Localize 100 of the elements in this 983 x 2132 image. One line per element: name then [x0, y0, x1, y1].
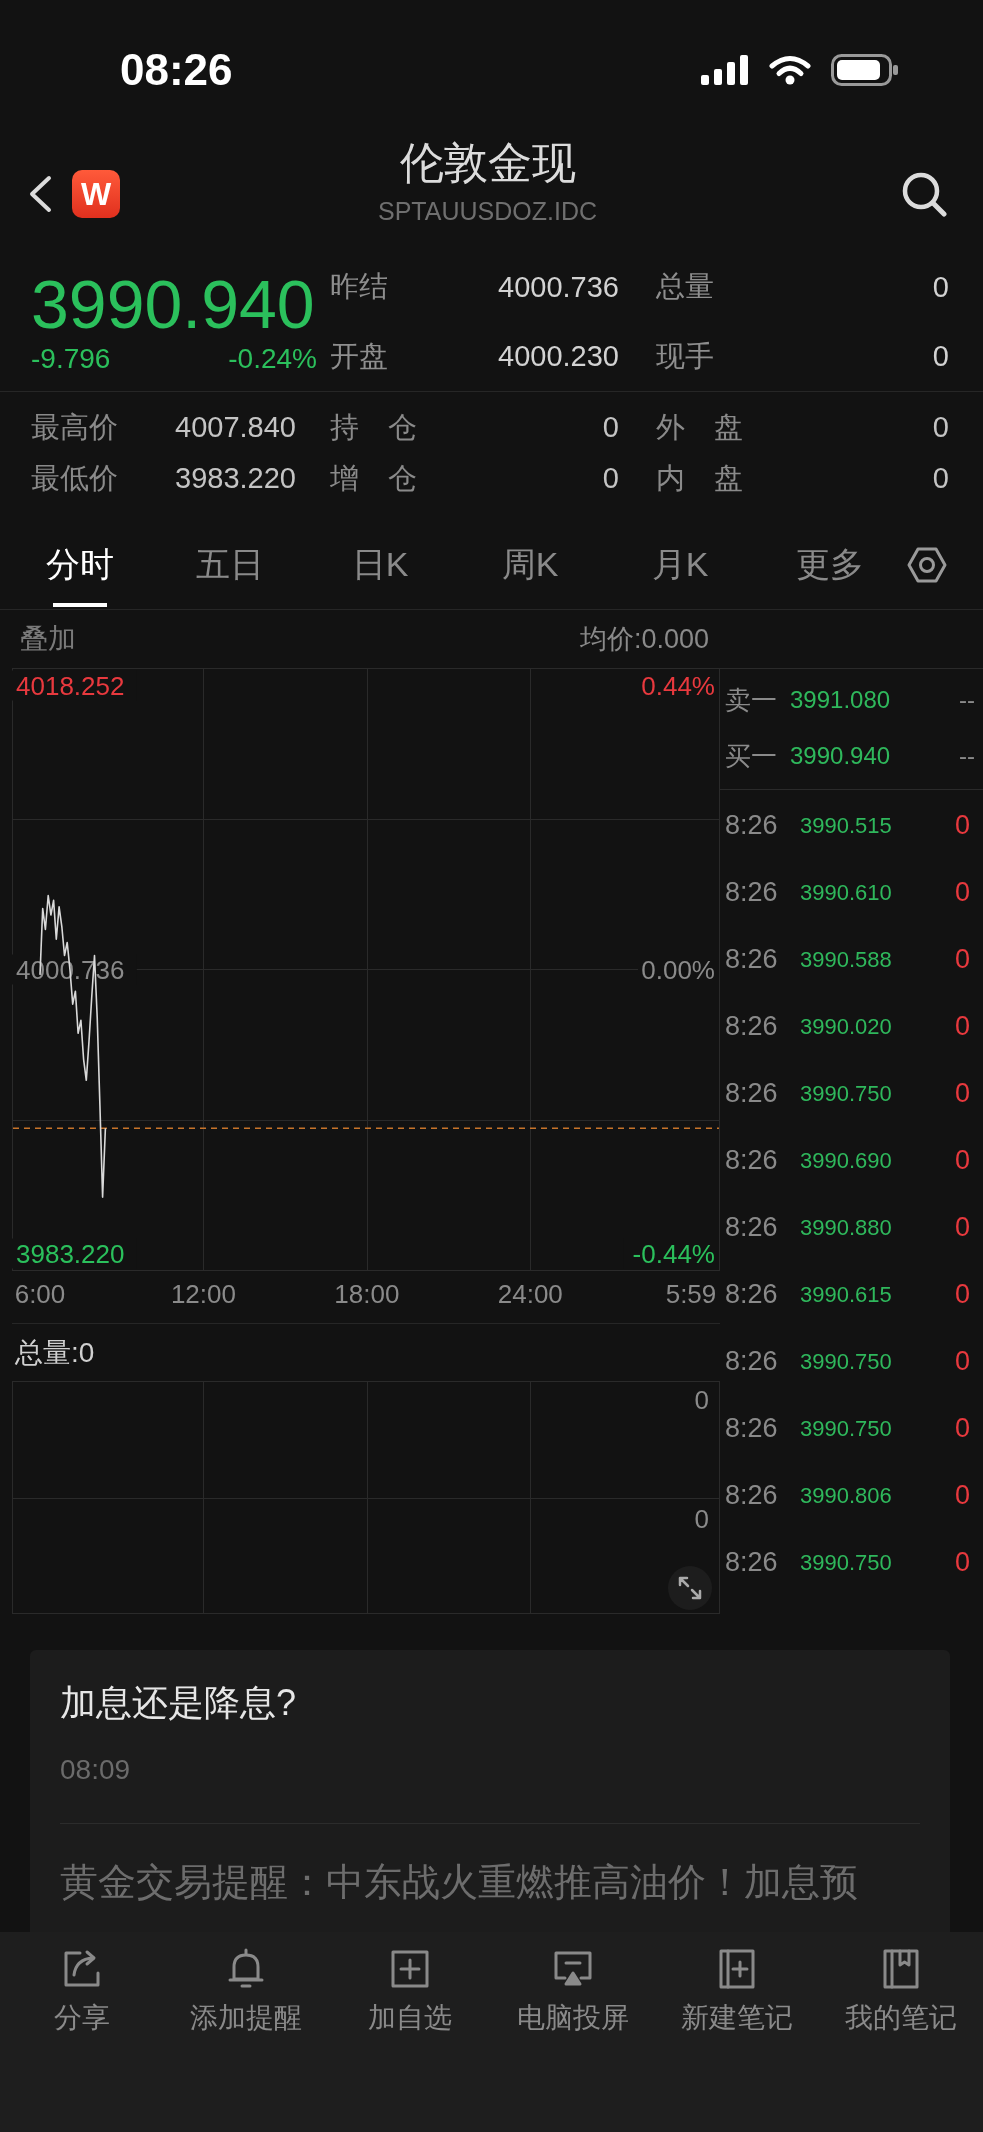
- trade-time: 8:26: [725, 1145, 779, 1176]
- trade-time: 8:26: [725, 944, 779, 975]
- trade-price: 3990.515: [800, 812, 893, 839]
- trade-volume: 0: [954, 1346, 970, 1377]
- stat-value: 0: [932, 340, 949, 373]
- trade-price: 3990.610: [800, 879, 893, 906]
- stat-label: 现手: [656, 338, 714, 374]
- trade-volume: 0: [954, 810, 970, 841]
- toolbar-button[interactable]: 我的笔记: [819, 1944, 983, 2041]
- news-card[interactable]: 加息还是降息? 08:09 黄金交易提醒：中东战火重燃推高油价！加息预: [30, 1650, 950, 1932]
- overlay-label[interactable]: 叠加: [20, 620, 76, 658]
- stat-value: 4000.736: [498, 270, 619, 304]
- battery-icon: [831, 54, 899, 86]
- trade-price: 3990.020: [800, 1013, 893, 1040]
- news-text: 黄金交易提醒：中东战火重燃推高油价！加息预: [60, 1860, 859, 1905]
- time-axis-label: 24:00: [497, 1279, 563, 1309]
- toolbar-button[interactable]: 新建笔记: [655, 1944, 820, 2041]
- toolbar-button[interactable]: 加自选: [327, 1944, 492, 2041]
- trade-time: 8:26: [725, 1547, 779, 1578]
- volume-axis-label: 0: [694, 1385, 709, 1415]
- order-volume: --: [959, 686, 975, 714]
- search-icon[interactable]: [901, 170, 947, 217]
- trade-time: 8:26: [725, 1480, 779, 1511]
- stat-label: 外 盘: [656, 409, 743, 445]
- tab[interactable]: 月K: [605, 520, 755, 609]
- percent-change: -0.24%: [228, 342, 317, 376]
- stat-label: 内 盘: [656, 460, 743, 496]
- tab[interactable]: 更多: [755, 520, 905, 609]
- stat-label: 持 仓: [330, 409, 417, 445]
- average-price-label: 均价:0.000: [579, 623, 709, 656]
- trade-price: 3990.880: [800, 1214, 893, 1241]
- trade-volume: 0: [954, 1212, 970, 1243]
- percent-axis-label: -0.44%: [632, 1238, 715, 1269]
- trade-price: 3990.615: [800, 1281, 893, 1308]
- stat-value: 0: [602, 411, 619, 444]
- trade-volume: 0: [954, 1078, 970, 1109]
- trade-price: 3990.690: [800, 1147, 893, 1174]
- last-price: 3990.940: [31, 266, 316, 342]
- trade-time: 8:26: [725, 877, 779, 908]
- stat-value: 4007.840: [175, 411, 296, 444]
- trade-time: 8:26: [725, 1078, 779, 1109]
- time-axis-label: 5:59: [665, 1279, 717, 1309]
- volume-axis-label: 0: [694, 1504, 709, 1534]
- stat-label: 增 仓: [330, 460, 417, 496]
- trade-volume: 0: [954, 944, 970, 975]
- toolbar-button[interactable]: 电脑投屏: [491, 1944, 656, 2041]
- trade-volume: 0: [954, 877, 970, 908]
- instrument-title: 伦敦金现: [399, 140, 576, 186]
- trade-price: 3990.750: [800, 1080, 893, 1107]
- stat-value: 4000.230: [498, 340, 619, 373]
- stat-label: 最低价: [31, 460, 118, 496]
- order-volume: --: [959, 742, 975, 770]
- trade-volume: 0: [954, 1279, 970, 1310]
- toolbar-button[interactable]: 分享: [0, 1944, 164, 2041]
- trade-price: 3990.806: [800, 1482, 893, 1509]
- toolbar-button[interactable]: 添加提醒: [163, 1944, 328, 2041]
- stat-label: 总量: [656, 269, 714, 304]
- trade-volume: 0: [954, 1480, 970, 1511]
- stat-value: 0: [932, 270, 949, 304]
- app-logo[interactable]: W: [72, 169, 120, 218]
- tab[interactable]: 周K: [455, 520, 605, 609]
- wifi-icon: [769, 55, 811, 85]
- status-time: 08:26: [120, 45, 233, 95]
- order-price: 3990.940: [790, 742, 892, 770]
- trade-time: 8:26: [725, 1212, 779, 1243]
- percent-axis-label: 0.44%: [641, 670, 715, 701]
- trade-price: 3990.588: [800, 946, 893, 973]
- price-axis-label: 3983.220: [16, 1238, 125, 1269]
- order-label: 卖一: [725, 683, 778, 717]
- tab[interactable]: 五日: [155, 520, 305, 609]
- trade-price: 3990.750: [800, 1549, 893, 1576]
- percent-axis-label: 0.00%: [641, 954, 715, 985]
- trade-price: 3990.750: [800, 1415, 893, 1442]
- news-time: 08:09: [60, 1753, 132, 1787]
- stat-value: 3983.220: [175, 462, 296, 495]
- volume-total-label: 总量:0: [15, 1335, 95, 1370]
- order-label: 买一: [725, 739, 778, 773]
- stat-value: 0: [602, 462, 619, 495]
- stat-label: 最高价: [31, 409, 118, 445]
- stat-label: 昨结: [330, 269, 388, 304]
- trade-volume: 0: [954, 1011, 970, 1042]
- instrument-code: SPTAUUSDOZ.IDC: [378, 196, 597, 226]
- trade-price: 3990.750: [800, 1348, 893, 1375]
- price-change: -9.796: [31, 342, 111, 376]
- back-icon[interactable]: [28, 174, 52, 213]
- stat-label: 开盘: [330, 338, 388, 374]
- time-axis-label: 12:00: [170, 1279, 236, 1309]
- trade-time: 8:26: [725, 1011, 779, 1042]
- trade-time: 8:26: [725, 1413, 779, 1444]
- expand-icon[interactable]: [668, 1566, 712, 1610]
- trade-time: 8:26: [725, 1346, 779, 1377]
- tab[interactable]: 日K: [305, 520, 455, 609]
- signal-icon: [701, 55, 749, 85]
- trade-time: 8:26: [725, 1279, 779, 1310]
- trade-volume: 0: [954, 1145, 970, 1176]
- time-axis-label: 18:00: [334, 1279, 400, 1309]
- time-axis-label: 6:00: [14, 1279, 66, 1309]
- order-price: 3991.080: [790, 686, 892, 714]
- trade-volume: 0: [954, 1547, 970, 1578]
- trade-volume: 0: [954, 1413, 970, 1444]
